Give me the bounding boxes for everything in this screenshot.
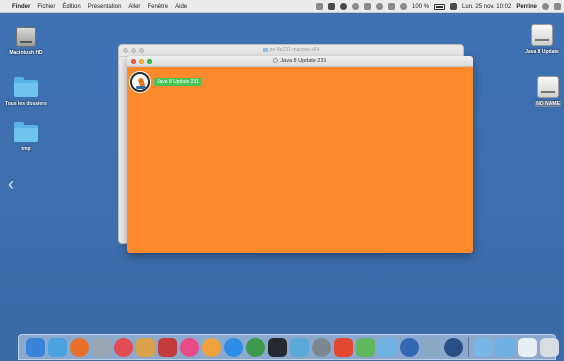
- user-menu[interactable]: Perrine: [516, 4, 537, 10]
- desktop-item-label: tmp: [21, 146, 31, 152]
- display-icon[interactable]: [450, 3, 458, 10]
- status-icon-4[interactable]: [352, 3, 360, 10]
- desktop-item-java-8-update[interactable]: Java 8 Update: [521, 24, 563, 55]
- battery-icon[interactable]: [434, 3, 446, 10]
- window-title: Java 8 Update 231: [127, 58, 473, 64]
- java-installer-window[interactable]: Java 8 Update 231 Java 8 Update 231: [127, 56, 473, 253]
- maps-icon[interactable]: [356, 337, 375, 357]
- firefox-icon[interactable]: [70, 337, 89, 357]
- desktop-item-macintosh-hd[interactable]: Macintosh HD: [6, 27, 46, 56]
- external-drive-icon: [537, 76, 559, 98]
- folder-icon: [14, 77, 38, 97]
- quicktime-icon[interactable]: [444, 337, 463, 357]
- menu-fichier[interactable]: Fichier: [37, 4, 55, 10]
- disk-icon: [273, 58, 279, 64]
- desktop-item-label: Macintosh HD: [9, 50, 43, 56]
- launchpad-icon[interactable]: [48, 337, 67, 357]
- time-machine-icon[interactable]: [376, 3, 384, 10]
- hard-drive-icon: [16, 27, 36, 47]
- desktop-item-label: Tous les dossiers: [5, 101, 47, 107]
- window-titlebar[interactable]: Java 8 Update 231: [127, 56, 473, 67]
- desktop-item-label: Java 8 Update: [525, 49, 559, 55]
- photos-capture-icon[interactable]: [92, 337, 111, 357]
- battery-percent: 100 %: [412, 3, 430, 10]
- finder-icon[interactable]: [26, 337, 45, 357]
- photos-icon[interactable]: [202, 337, 221, 357]
- window-title: jre-8u231-macosx-x64: [119, 47, 463, 53]
- desktop-item-no-name[interactable]: NO NAME: [533, 76, 563, 107]
- java-package-icon[interactable]: [130, 72, 150, 92]
- status-icon-1[interactable]: [316, 3, 324, 10]
- dock-separator: [468, 337, 469, 357]
- disk-image-icon: [531, 24, 553, 46]
- menu-presentation[interactable]: Présentation: [88, 4, 122, 10]
- menu-bar: Finder Fichier Édition Présentation Alle…: [0, 0, 564, 13]
- calculator-icon[interactable]: [268, 337, 287, 357]
- desktop-item-tous-les-dossiers[interactable]: Tous les dossiers: [4, 77, 48, 107]
- desktop-item-label: NO NAME: [535, 101, 561, 107]
- menu-finder[interactable]: Finder: [12, 4, 30, 10]
- folder-icon: [14, 122, 38, 142]
- messages-icon[interactable]: [334, 337, 353, 357]
- package-label[interactable]: Java 8 Update 231: [154, 78, 202, 86]
- safari-icon[interactable]: [114, 337, 133, 357]
- documents-stack-icon[interactable]: [518, 337, 537, 357]
- clock[interactable]: Lun. 25 nov. 10:02: [462, 4, 511, 10]
- trash-icon[interactable]: [540, 337, 559, 357]
- downloads-folder-icon[interactable]: [474, 337, 493, 357]
- chevron-left-icon[interactable]: ‹: [8, 175, 14, 193]
- spotlight-icon[interactable]: [542, 3, 549, 10]
- menu-aide[interactable]: Aide: [175, 4, 187, 10]
- menu-aller[interactable]: Aller: [128, 4, 140, 10]
- dock: [18, 334, 559, 360]
- preview-icon[interactable]: [378, 337, 397, 357]
- itunes-icon[interactable]: [180, 337, 199, 357]
- menu-edition[interactable]: Édition: [62, 4, 80, 10]
- menu-fenetre[interactable]: Fenêtre: [147, 4, 168, 10]
- photo-booth-icon[interactable]: [158, 337, 177, 357]
- applications-folder-icon[interactable]: [496, 337, 515, 357]
- notification-center-icon[interactable]: [554, 3, 561, 10]
- volume-icon[interactable]: [388, 3, 396, 10]
- app-store-icon[interactable]: [224, 337, 243, 357]
- chess-icon[interactable]: [136, 337, 155, 357]
- desktop-item-tmp[interactable]: tmp: [8, 122, 44, 152]
- chrome-icon[interactable]: [246, 337, 265, 357]
- telegram-icon[interactable]: [290, 337, 309, 357]
- bluetooth-icon[interactable]: [364, 3, 372, 10]
- system-preferences-icon[interactable]: [312, 337, 331, 357]
- status-icon-3[interactable]: [340, 3, 348, 10]
- java-installer-package[interactable]: Java 8 Update 231: [130, 72, 202, 92]
- image-capture-icon[interactable]: [422, 337, 441, 357]
- wifi-icon[interactable]: [400, 3, 408, 10]
- folder-icon: [262, 47, 268, 52]
- network-utility-icon[interactable]: [400, 337, 419, 357]
- status-icon-2[interactable]: [328, 3, 336, 10]
